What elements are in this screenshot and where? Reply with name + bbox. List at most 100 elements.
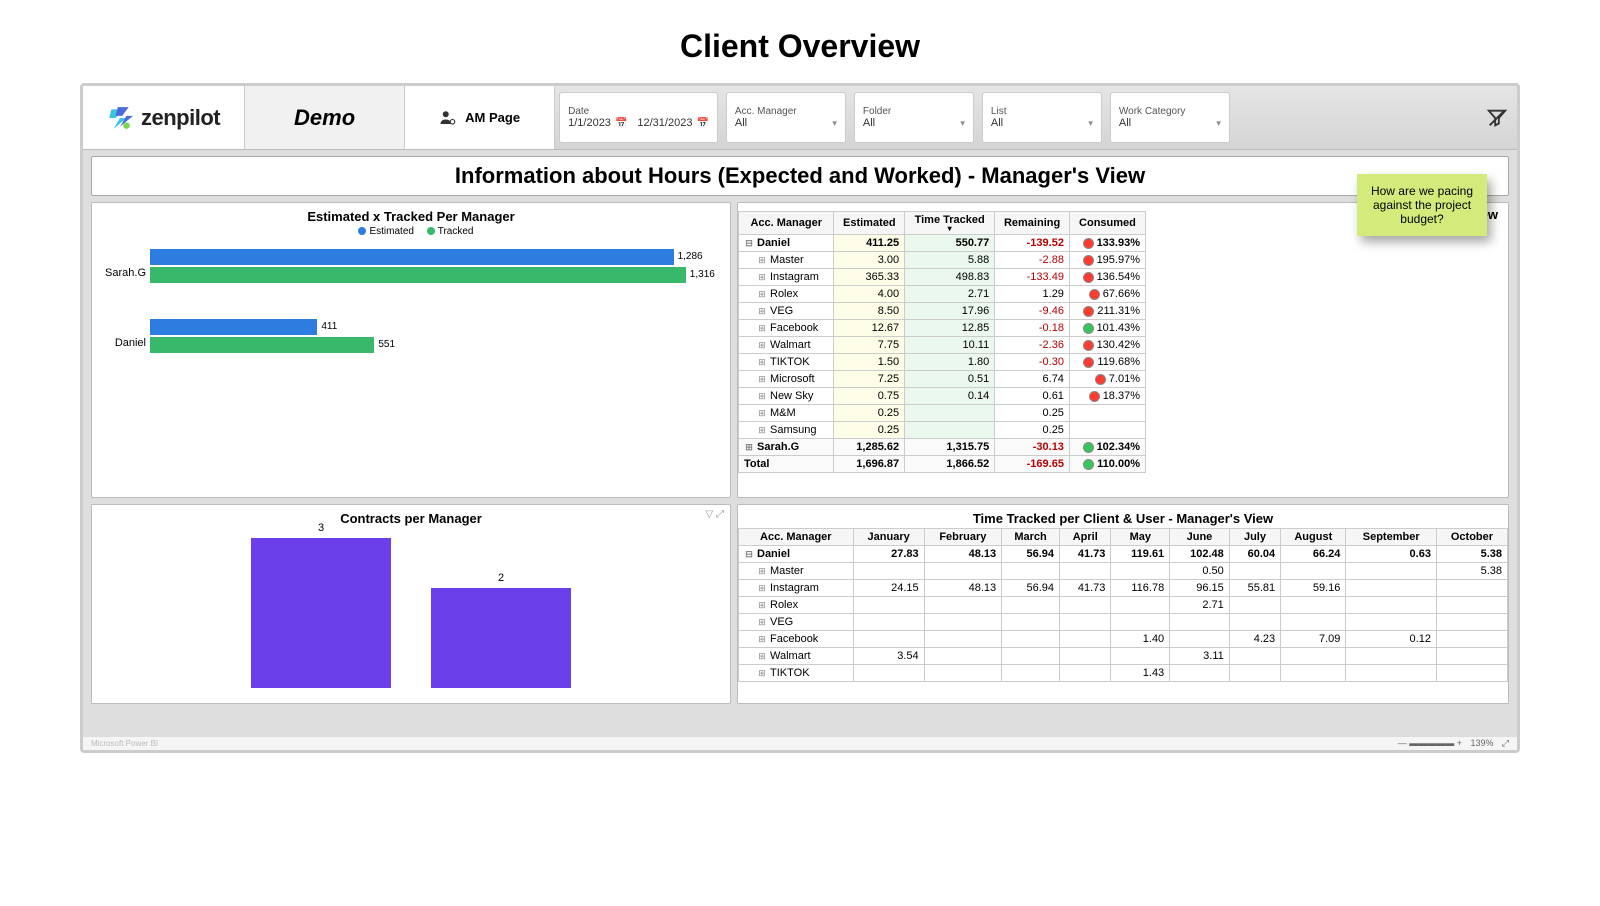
table-row[interactable]: ⊞Samsung0.250.25 [739, 422, 1146, 439]
status-dot-icon [1089, 391, 1100, 402]
panel-time-overview: Time Overview Acc. ManagerEstimatedTime … [737, 202, 1509, 498]
table-row[interactable]: ⊞Rolex4.002.711.2967.66% [739, 286, 1146, 303]
hbar-estimated: 1,286 [150, 249, 674, 265]
panel-title: Contracts per Manager [92, 505, 730, 528]
expand-icon[interactable]: ⊞ [757, 374, 767, 385]
expand-icon[interactable]: ⊞ [757, 289, 767, 300]
contracts-bar: 2 [431, 588, 571, 688]
filter-manager[interactable]: Acc. Manager All▾ [726, 92, 846, 143]
status-dot-icon [1083, 306, 1094, 317]
table-row[interactable]: ⊞Facebook12.6712.85-0.18101.43% [739, 320, 1146, 337]
expand-icon[interactable]: ⊞ [757, 651, 767, 662]
table-header[interactable]: January [853, 529, 924, 546]
table-header[interactable]: May [1111, 529, 1170, 546]
calendar-icon: 📅 [696, 118, 708, 129]
expand-icon[interactable]: ⊞ [757, 634, 767, 645]
table-row[interactable]: ⊞Facebook1.404.237.090.12 [739, 631, 1508, 648]
status-dot-icon [1083, 255, 1094, 266]
zenpilot-logo-icon [107, 105, 133, 131]
table-header[interactable]: April [1060, 529, 1111, 546]
sticky-note: How are we pacing against the project bu… [1357, 174, 1487, 236]
table-row[interactable]: ⊞New Sky0.750.140.6118.37% [739, 388, 1146, 405]
expand-icon[interactable]: ⊞ [757, 306, 767, 317]
brand-logo: zenpilot [83, 86, 245, 149]
table-header[interactable]: September [1346, 529, 1437, 546]
filter-value: All [863, 117, 875, 129]
table-row[interactable]: ⊞Walmart7.7510.11-2.36130.42% [739, 337, 1146, 354]
table-header[interactable]: Estimated [834, 212, 905, 235]
table-row[interactable]: ⊞TIKTOK1.501.80-0.30119.68% [739, 354, 1146, 371]
footer-icons: — ▬▬▬▬▬ + 139% ⤢ [1392, 738, 1509, 749]
table-row[interactable]: ⊞Rolex2.71 [739, 597, 1508, 614]
table-header[interactable]: Time Tracked▾ [905, 212, 995, 235]
table-header[interactable]: July [1229, 529, 1280, 546]
expand-icon[interactable]: ⊞ [757, 272, 767, 283]
table-header[interactable]: March [1002, 529, 1060, 546]
expand-icon[interactable]: ⊞ [757, 255, 767, 266]
bar-value: 1,316 [690, 267, 715, 283]
table-row[interactable]: ⊞Instagram24.1548.1356.9441.73116.7896.1… [739, 580, 1508, 597]
filter-list[interactable]: List All▾ [982, 92, 1102, 143]
expand-icon[interactable]: ⊞ [757, 566, 767, 577]
time-overview-table: Acc. ManagerEstimatedTime Tracked▾Remain… [738, 211, 1146, 473]
filter-label: Acc. Manager [735, 106, 837, 117]
table-header[interactable]: Consumed [1069, 212, 1145, 235]
filter-category[interactable]: Work Category All▾ [1110, 92, 1230, 143]
chevron-down-icon: ▾ [1216, 118, 1221, 129]
expand-icon[interactable]: ⊞ [757, 357, 767, 368]
bar-value: 551 [378, 337, 395, 353]
table-row[interactable]: ⊞Master3.005.88-2.88195.97% [739, 252, 1146, 269]
table-row[interactable]: ⊞Walmart3.543.11 [739, 648, 1508, 665]
filter-value: All [1119, 117, 1131, 129]
table-row[interactable]: ⊞Master0.505.38 [739, 563, 1508, 580]
table-header[interactable]: June [1170, 529, 1230, 546]
monthly-table: Acc. ManagerJanuaryFebruaryMarchAprilMay… [738, 528, 1508, 682]
expand-icon[interactable]: ⊞ [757, 583, 767, 594]
expand-icon[interactable]: ⊞ [757, 425, 767, 436]
fit-icon[interactable]: ⤢ [1502, 738, 1509, 748]
chevron-down-icon: ▾ [1088, 118, 1093, 129]
table-row[interactable]: ⊞TIKTOK1.43 [739, 665, 1508, 682]
clear-filter-button[interactable] [1477, 86, 1517, 149]
table-row[interactable]: ⊞M&M0.250.25 [739, 405, 1146, 422]
table-row[interactable]: ⊞Sarah.G1,285.621,315.75-30.13102.34% [739, 439, 1146, 456]
table-header[interactable]: October [1436, 529, 1507, 546]
table-row[interactable]: ⊟Daniel27.8348.1356.9441.73119.61102.486… [739, 546, 1508, 563]
panel-controls[interactable]: ▽ ⤢ [706, 509, 724, 520]
table-row[interactable]: ⊟Daniel411.25550.77-139.52133.93% [739, 235, 1146, 252]
status-dot-icon [1083, 323, 1094, 334]
expand-icon[interactable]: ⊟ [744, 238, 754, 249]
expand-icon[interactable]: ⊞ [757, 340, 767, 351]
expand-icon[interactable]: ⊞ [744, 442, 754, 453]
table-header[interactable]: August [1281, 529, 1346, 546]
table-header[interactable]: Acc. Manager [739, 212, 834, 235]
status-dot-icon [1083, 238, 1094, 249]
calendar-icon: 📅 [615, 118, 627, 129]
chevron-down-icon: ▾ [960, 118, 965, 129]
expand-icon[interactable]: ⊞ [757, 668, 767, 679]
expand-icon[interactable]: ⊞ [757, 600, 767, 611]
filter-date[interactable]: Date 1/1/2023📅 12/31/2023📅 [559, 92, 718, 143]
table-row[interactable]: Total1,696.871,866.52-169.65110.00% [739, 456, 1146, 473]
bar-value: 3 [251, 522, 391, 534]
expand-icon[interactable]: ⊟ [744, 549, 754, 560]
expand-icon[interactable]: ⊞ [757, 408, 767, 419]
clear-filter-icon [1486, 107, 1508, 129]
expand-icon[interactable]: ⊞ [757, 617, 767, 628]
expand-icon[interactable]: ⊞ [757, 323, 767, 334]
table-header[interactable]: Remaining [995, 212, 1070, 235]
table-row[interactable]: ⊞Microsoft7.250.516.747.01% [739, 371, 1146, 388]
table-header[interactable]: February [924, 529, 1001, 546]
date-to: 12/31/2023 [637, 117, 692, 129]
expand-icon[interactable]: ⊞ [757, 391, 767, 402]
tab-am-page[interactable]: AM Page [405, 86, 555, 149]
table-row[interactable]: ⊞VEG [739, 614, 1508, 631]
table-header[interactable]: Acc. Manager [739, 529, 854, 546]
bar-value: 2 [431, 572, 571, 584]
panel-monthly: Time Tracked per Client & User - Manager… [737, 504, 1509, 704]
table-row[interactable]: ⊞Instagram365.33498.83-133.49136.54% [739, 269, 1146, 286]
table-row[interactable]: ⊞VEG8.5017.96-9.46211.31% [739, 303, 1146, 320]
panel-contracts: ▽ ⤢ Contracts per Manager 32 [91, 504, 731, 704]
filter-folder[interactable]: Folder All▾ [854, 92, 974, 143]
contracts-bar: 3 [251, 538, 391, 688]
